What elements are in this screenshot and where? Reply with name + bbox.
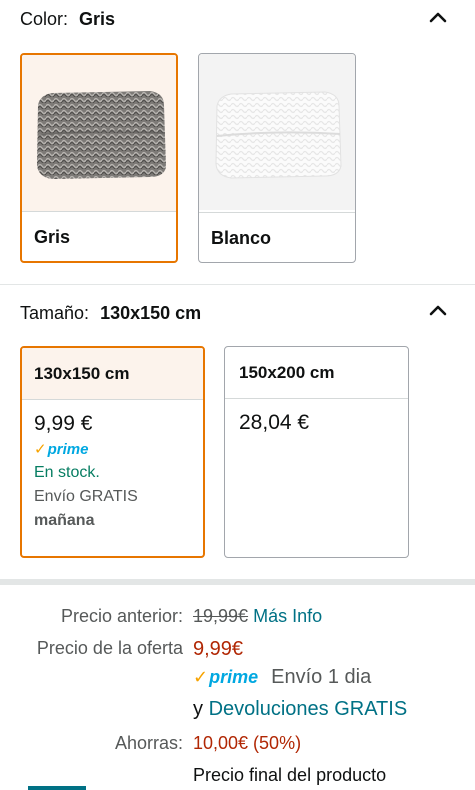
prime-badge: ✓prime [34,441,89,458]
prime-shipping-text: Envío 1 dia [271,666,372,688]
color-swatch-blanco[interactable]: Blanco [198,53,356,263]
color-selected-value: Gris [79,9,116,29]
size-label: Tamaño: [20,303,90,323]
section-divider-thick [0,579,475,585]
deal-price-label: Precio de la oferta [36,638,183,658]
previous-price-group: 19,99€ Más Info [193,606,322,627]
prime-logo: ✓prime [193,667,259,687]
swatch-label-gris: Gris [22,211,176,261]
delivery-day: mañana [34,512,95,529]
more-info-link[interactable]: Más Info [253,606,322,626]
shipping-text: Envío GRATIS [34,488,138,505]
prime-shipping-row: ✓prime Envío 1 dia [193,666,463,692]
size-option-130x150[interactable]: 130x150 cm 9,99 € ✓prime En stock. Envío… [20,346,205,558]
deal-price-row: Precio de la oferta 9,99€ [0,638,475,664]
color-swatch-gris[interactable]: Gris [20,53,178,263]
color-label: Color: [20,9,69,29]
returns-row: y Devoluciones GRATIS [193,698,473,724]
stock-status: En stock. [34,464,100,481]
gris-blanket-image [22,55,176,211]
active-tab-indicator [28,786,86,790]
size-option-name: 130x150 cm [22,348,203,400]
size-header: Tamaño: 130x150 cm [20,303,201,324]
blanco-blanket-image [199,54,355,210]
free-returns-link[interactable]: Devoluciones GRATIS [209,698,408,720]
size-option-150x200[interactable]: 150x200 cm 28,04 € [224,346,409,558]
savings-row: Ahorras: 10,00€ (50%) [0,733,475,757]
size-option-price: 9,99 € [34,412,93,435]
collapse-color-chevron-up-icon[interactable] [427,6,449,28]
returns-prefix: y [193,698,203,720]
color-header: Color: Gris [20,9,115,30]
size-selected-value: 130x150 cm [100,303,202,323]
size-option-name: 150x200 cm [225,347,408,399]
collapse-size-chevron-up-icon[interactable] [427,299,449,321]
section-divider [0,284,475,285]
previous-price-value: 19,99€ [193,606,249,626]
final-price-note: Precio final del producto [193,765,387,785]
deal-price-value: 9,99€ [193,638,244,660]
prime-check-icon: ✓ [193,667,209,687]
previous-price-label: Precio anterior: [60,606,183,626]
swatch-label-blanco: Blanco [199,212,355,262]
previous-price-row: Precio anterior: 19,99€ Más Info [0,606,475,630]
savings-value: 10,00€ (50%) [193,733,302,753]
prime-check-icon: ✓ [34,441,47,458]
size-option-price: 28,04 € [239,411,310,434]
savings-label: Ahorras: [114,733,183,753]
